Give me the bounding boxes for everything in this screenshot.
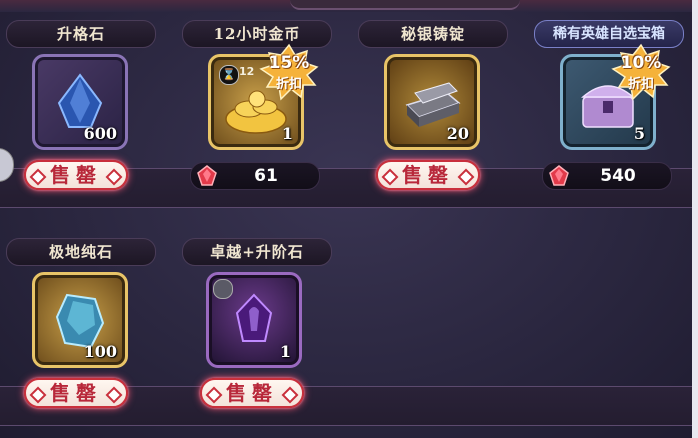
discount-label: 折扣 — [275, 77, 302, 92]
sold-out-button[interactable]: 售罄 — [24, 160, 128, 190]
item-count: 100 — [83, 342, 117, 361]
item-count: 1 — [279, 342, 291, 361]
item-count: 600 — [83, 124, 117, 143]
discount-badge: 15% 折扣 — [259, 43, 319, 103]
item-count: 1 — [281, 124, 293, 143]
item-title: 升格石 — [6, 20, 156, 48]
price-button[interactable]: 540 — [542, 162, 672, 190]
discount-badge: 10% 折扣 — [611, 43, 671, 103]
shop-item-12h-gold[interactable]: 12小时金币 ⌛ 12 1 15% 折扣 61 — [176, 20, 336, 220]
ruby-gem-icon — [197, 165, 217, 186]
sold-out-button[interactable]: 售罄 — [376, 160, 480, 190]
item-icon-frame: 5 10% 折扣 — [560, 43, 671, 150]
item-icon-frame: 600 — [32, 54, 128, 150]
item-icon-frame: ⌛ 12 1 15% 折扣 — [208, 43, 319, 150]
item-title: 极地纯石 — [6, 238, 156, 266]
shop-item-excellence-stone[interactable]: 卓越+升阶石 1 售罄 — [176, 238, 336, 438]
top-decoration — [290, 0, 520, 10]
item-title: 秘银铸锭 — [358, 20, 508, 48]
discount-label: 折扣 — [627, 77, 654, 92]
shop-item-hero-chest[interactable]: 稀有英雄自选宝箱 5 10% 折扣 540 — [528, 20, 688, 220]
scrollbar-track[interactable] — [692, 0, 698, 438]
item-icon-frame: 1 — [206, 272, 302, 368]
discount-percent: 10% — [620, 53, 662, 73]
sold-out-button[interactable]: 售罄 — [200, 378, 304, 408]
item-icon-frame: 20 — [384, 54, 480, 150]
price-button[interactable]: 61 — [190, 162, 320, 190]
shop-item-ascension-stone[interactable]: 升格石 600 售罄 — [0, 20, 160, 220]
item-title: 卓越+升阶石 — [182, 238, 332, 266]
price-value: 61 — [254, 166, 278, 186]
ruby-gem-icon — [549, 165, 569, 186]
sold-out-button[interactable]: 售罄 — [24, 378, 128, 408]
price-value: 540 — [600, 166, 636, 186]
item-icon-frame: 100 — [32, 272, 128, 368]
item-count: 5 — [633, 124, 645, 143]
item-count: 20 — [446, 124, 469, 143]
shop-item-polar-stone[interactable]: 极地纯石 100 售罄 — [0, 238, 160, 438]
shop-item-mithril-ingot[interactable]: 秘银铸锭 20 售罄 — [352, 20, 512, 220]
discount-percent: 15% — [268, 53, 310, 73]
